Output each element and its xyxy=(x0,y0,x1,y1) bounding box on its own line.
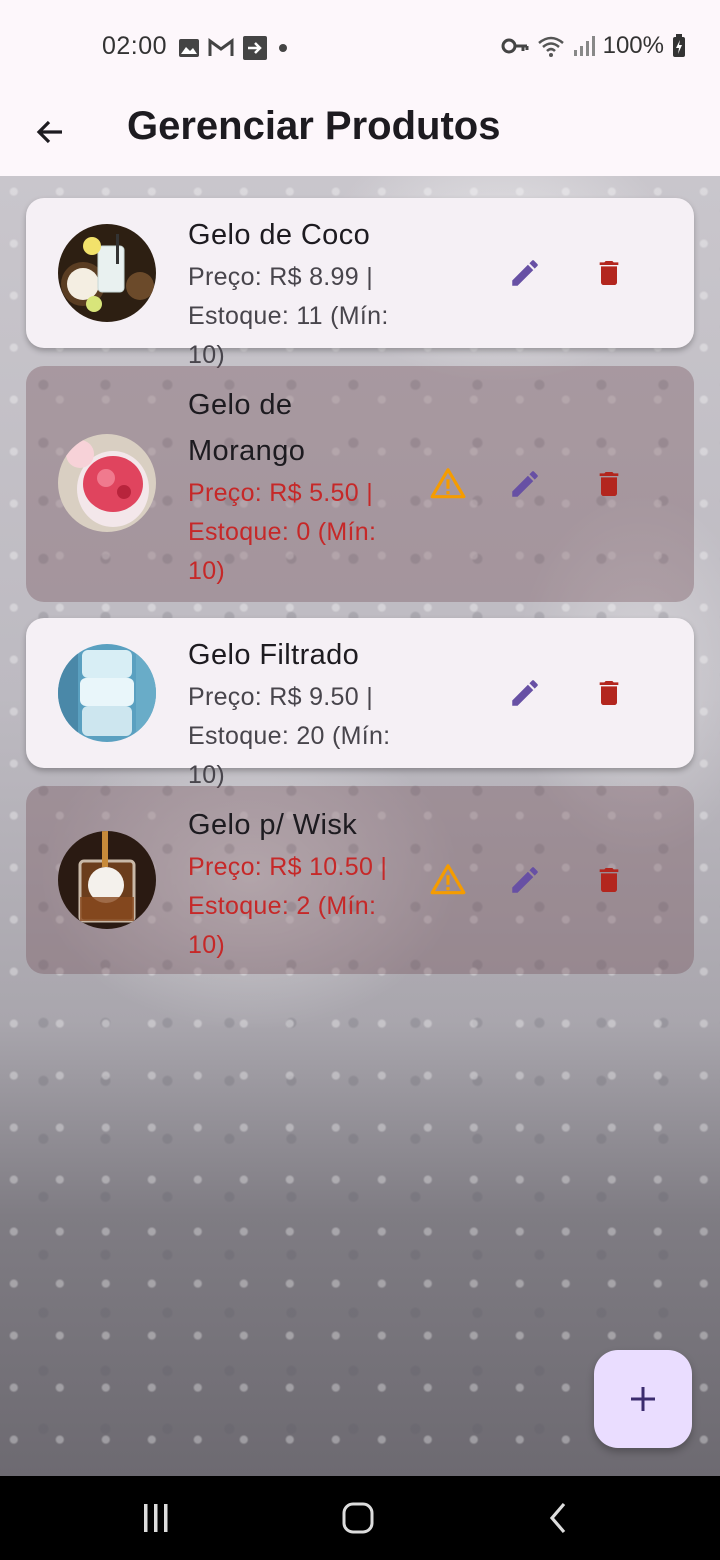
product-name-line2: Morango xyxy=(188,435,306,467)
product-info: Gelo de Coco Preço: R$ 8.99 | Estoque: 1… xyxy=(188,212,418,375)
plus-icon xyxy=(631,1387,655,1411)
product-image-strawberry xyxy=(58,434,156,532)
product-stock-line1: Estoque: 2 (Mín: xyxy=(188,892,377,920)
chevron-left-icon xyxy=(549,1502,566,1534)
home-button[interactable] xyxy=(336,1498,380,1538)
product-card-gelo-p-wisk[interactable]: Gelo p/ Wisk Preço: R$ 10.50 | Estoque: … xyxy=(26,786,694,974)
product-info: Gelo Filtrado Preço: R$ 9.50 | Estoque: … xyxy=(188,632,418,795)
pencil-icon xyxy=(512,680,538,706)
trash-icon xyxy=(599,681,619,705)
product-price: Preço: R$ 5.50 | xyxy=(188,479,373,507)
trash-icon xyxy=(599,868,619,892)
product-price: Preço: R$ 9.50 | xyxy=(188,683,373,711)
low-stock-warning xyxy=(424,460,472,508)
trash-icon xyxy=(599,261,619,285)
page-title: Gerenciar Produtos xyxy=(127,104,501,148)
warning-icon xyxy=(430,864,466,895)
product-card-gelo-de-morango[interactable]: Gelo de Morango Preço: R$ 5.50 | Estoque… xyxy=(26,366,694,602)
product-stock-line2: 10) xyxy=(188,931,226,959)
status-bar: 02:00 100% xyxy=(0,0,720,90)
add-product-button[interactable] xyxy=(594,1350,692,1448)
delete-button[interactable] xyxy=(585,249,633,297)
dot-icon xyxy=(279,44,287,52)
product-stock-line1: Estoque: 0 (Mín: xyxy=(188,518,377,546)
product-name: Gelo de Coco xyxy=(188,219,371,251)
recent-apps-button[interactable] xyxy=(134,1498,178,1538)
product-image-whisky xyxy=(58,831,156,929)
signal-icon xyxy=(573,36,595,56)
product-image-ice-cubes xyxy=(58,644,156,742)
product-price: Preço: R$ 8.99 | xyxy=(188,263,373,291)
gmail-icon xyxy=(208,38,234,56)
product-stock: Estoque: 20 (Mín: 10) xyxy=(188,722,391,789)
product-card-gelo-de-coco[interactable]: Gelo de Coco Preço: R$ 8.99 | Estoque: 1… xyxy=(26,198,694,369)
recents-icon xyxy=(144,1504,168,1532)
product-stock-line2: 10) xyxy=(188,557,226,585)
gallery-icon xyxy=(179,39,199,57)
product-info: Gelo p/ Wisk Preço: R$ 10.50 | Estoque: … xyxy=(188,802,418,965)
product-info: Gelo de Morango Preço: R$ 5.50 | Estoque… xyxy=(188,382,418,591)
warning-icon xyxy=(430,468,466,499)
product-name: Gelo Filtrado xyxy=(188,639,360,671)
battery-level: 100% xyxy=(602,32,664,59)
product-image-coconut xyxy=(58,224,156,322)
edit-button[interactable] xyxy=(501,249,549,297)
delete-button[interactable] xyxy=(585,669,633,717)
delete-button[interactable] xyxy=(585,460,633,508)
app-bar: Gerenciar Produtos xyxy=(0,90,720,176)
back-button[interactable] xyxy=(22,104,78,160)
cast-icon xyxy=(243,36,267,60)
pencil-icon xyxy=(512,260,538,286)
product-stock: Estoque: 11 (Mín: 10) xyxy=(188,302,389,369)
product-card-gelo-filtrado[interactable]: Gelo Filtrado Preço: R$ 9.50 | Estoque: … xyxy=(26,618,694,789)
trash-icon xyxy=(599,472,619,496)
wifi-icon xyxy=(537,36,564,57)
nav-back-button[interactable] xyxy=(536,1498,580,1538)
battery-charging-icon xyxy=(673,34,685,57)
product-name-line1: Gelo de xyxy=(188,389,293,421)
delete-button[interactable] xyxy=(585,856,633,904)
key-icon xyxy=(501,38,529,54)
edit-button[interactable] xyxy=(501,460,549,508)
arrow-back-icon xyxy=(36,120,62,144)
low-stock-warning xyxy=(424,856,472,904)
system-nav-bar xyxy=(0,1476,720,1560)
pencil-icon xyxy=(512,471,538,497)
pencil-icon xyxy=(512,867,538,893)
edit-button[interactable] xyxy=(501,669,549,717)
status-right: 100% xyxy=(501,32,686,60)
edit-button[interactable] xyxy=(501,856,549,904)
product-price: Preço: R$ 10.50 | xyxy=(188,853,388,881)
status-time: 02:00 xyxy=(102,32,168,60)
product-list[interactable]: Gelo de Coco Preço: R$ 8.99 | Estoque: 1… xyxy=(0,176,720,1476)
notification-icons xyxy=(178,35,290,61)
home-icon xyxy=(342,1502,374,1534)
product-name: Gelo p/ Wisk xyxy=(188,809,358,841)
